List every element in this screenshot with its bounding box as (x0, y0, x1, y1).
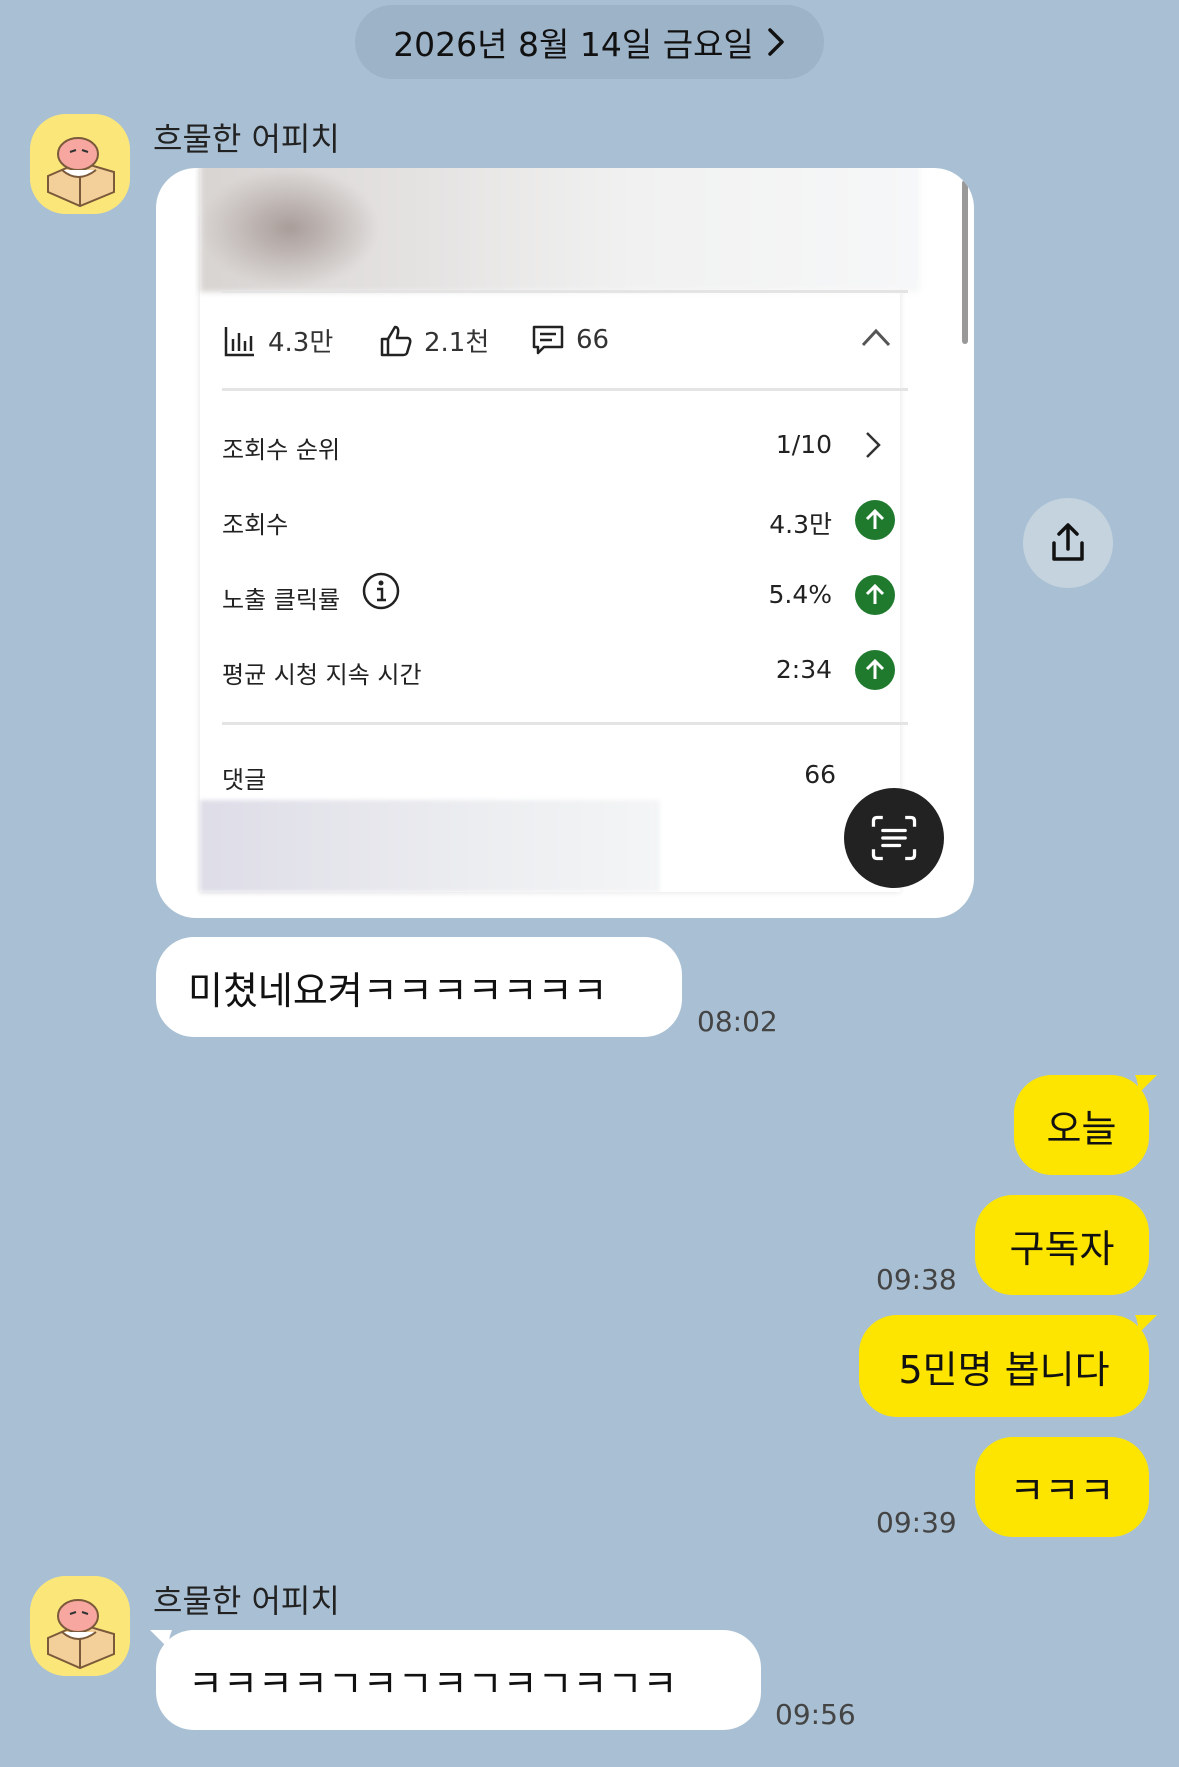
message-time: 09:38 (876, 1263, 957, 1296)
views-label: 조회수 (222, 511, 289, 539)
analytics-screenshot: 4.3만 2.1천 66 조회수 순위 1/10 조회수 4.3만 노출 클릭률… (200, 168, 920, 892)
message-time: 08:02 (697, 1005, 778, 1038)
views-stat: 4.3만 (222, 322, 333, 359)
sender-name: 흐물한 어피치 (153, 120, 340, 158)
scrollbar[interactable] (962, 180, 968, 344)
chevron-up-icon (861, 328, 891, 347)
comments-stat: 66 (530, 322, 609, 358)
comments-label: 댓글 (222, 766, 267, 794)
info-icon (362, 572, 400, 610)
message-time: 09:39 (876, 1506, 957, 1539)
sender-avatar[interactable] (30, 1576, 130, 1676)
shared-image-card[interactable]: 4.3만 2.1천 66 조회수 순위 1/10 조회수 4.3만 노출 클릭률… (156, 168, 974, 918)
trend-up-icon (855, 500, 895, 540)
divider (222, 388, 908, 391)
bar-chart-icon (224, 326, 254, 356)
ctr-value: 5.4% (768, 580, 832, 609)
thumbs-up-icon (380, 325, 412, 356)
trend-up-icon (855, 575, 895, 615)
message-bubble-outgoing[interactable]: ㅋㅋㅋ (975, 1437, 1149, 1537)
comments-count: 66 (804, 760, 836, 789)
divider (222, 290, 908, 293)
message-bubble-outgoing[interactable]: 5민명 봅니다 (859, 1315, 1149, 1417)
message-bubble-incoming[interactable]: ㅋㅋㅋㅋㄱㅋㄱㅋㄱㅋㄱㅋㄱㅋ (156, 1630, 761, 1730)
blurred-comment (200, 800, 660, 892)
comment-icon (532, 325, 564, 355)
view-rank-value: 1/10 (775, 430, 832, 459)
share-icon (1052, 523, 1084, 561)
message-bubble-incoming[interactable]: 미쳤네요켜ㅋㅋㅋㅋㅋㅋㅋ (156, 937, 682, 1037)
apeach-avatar-icon (30, 1576, 130, 1676)
message-bubble-outgoing[interactable]: 구독자 (975, 1195, 1149, 1295)
date-label: 2026년 8월 14일 금요일 (393, 25, 754, 64)
likes-stat: 2.1천 (378, 322, 489, 359)
sender-name: 흐물한 어피치 (153, 1582, 340, 1620)
views-value: 4.3만 (769, 510, 832, 539)
text-scan-button[interactable] (844, 788, 944, 888)
trend-up-icon (855, 650, 895, 690)
message-time: 09:56 (775, 1698, 856, 1731)
chevron-right-icon (768, 28, 784, 56)
message-bubble-outgoing[interactable]: 오늘 (1014, 1075, 1149, 1175)
view-rank-label: 조회수 순위 (222, 436, 341, 464)
chevron-right-icon (866, 432, 881, 458)
sender-avatar[interactable] (30, 114, 130, 214)
blurred-thumbnail (200, 168, 920, 292)
scan-text-icon (871, 815, 917, 861)
share-button[interactable] (1023, 498, 1113, 588)
date-header[interactable]: 2026년 8월 14일 금요일 (355, 5, 824, 79)
avg-watch-label: 평균 시청 지속 시간 (222, 661, 422, 689)
apeach-avatar-icon (30, 114, 130, 214)
avg-watch-value: 2:34 (775, 655, 832, 684)
ctr-label: 노출 클릭률 (222, 586, 341, 614)
divider (222, 722, 908, 725)
